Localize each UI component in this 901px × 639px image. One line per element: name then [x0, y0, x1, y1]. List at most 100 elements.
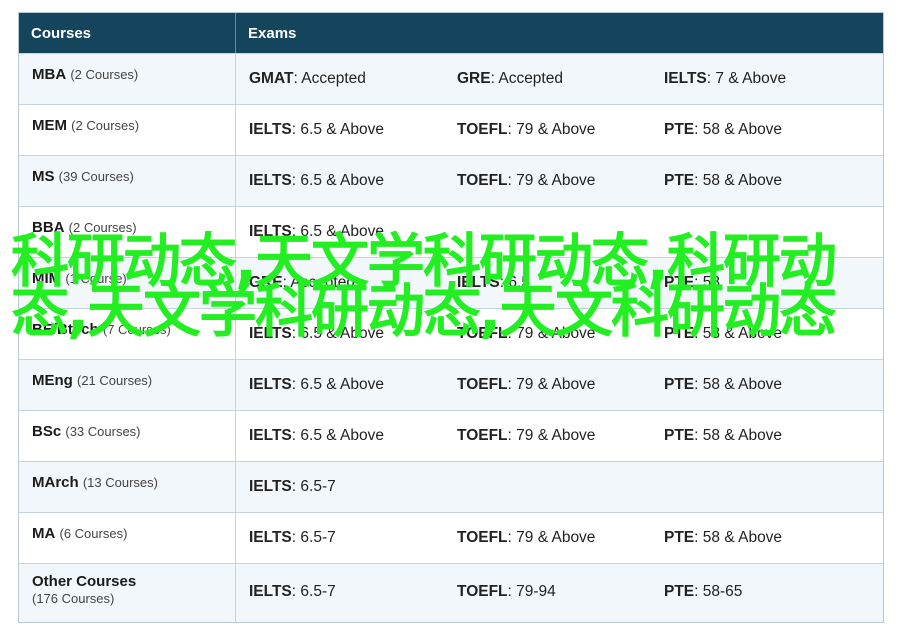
table-row: BSc (33 Courses) IELTS: 6.5 & Above TOEFL:… — [19, 410, 883, 461]
course-cell[interactable]: MA (6 Courses) — [19, 513, 236, 563]
course-count: (2 Courses) — [71, 118, 140, 133]
exam-requirement: GMAT: Accepted — [236, 70, 444, 104]
exam-requirement: IELTS: 6.5 & Above — [236, 427, 444, 461]
exam-cell: IELTS: 6.5-7 TOEFL: 79 & Above PTE: 58 & A… — [236, 513, 883, 563]
exam-score: : 79 & Above — [507, 121, 596, 138]
exam-score: : 7 & Above — [706, 70, 787, 87]
header-exams: Exams — [248, 24, 297, 42]
exam-score: : 79 & Above — [507, 529, 596, 546]
exam-name: IELTS — [249, 583, 292, 600]
course-cell[interactable]: Other Courses (176 Courses) — [19, 564, 236, 622]
course-name[interactable]: MEng — [32, 372, 73, 389]
exam-name: TOEFL — [457, 172, 508, 189]
exam-score: : 58 & Above — [694, 172, 783, 189]
course-name[interactable]: MS — [32, 168, 55, 185]
exam-cell: GMAT: Accepted GRE: Accepted IELTS: 7 & Ab… — [236, 54, 883, 104]
course-cell[interactable]: MBA (2 Courses) — [19, 54, 236, 104]
course-cell[interactable]: MS (39 Courses) — [19, 156, 236, 206]
course-cell[interactable]: BSc (33 Courses) — [19, 411, 236, 461]
course-count: (21 Courses) — [77, 373, 153, 388]
exam-score: : 79-94 — [507, 583, 556, 600]
course-count: (6 Courses) — [59, 526, 128, 541]
exam-requirement: PTE: 58 & Above — [651, 172, 883, 206]
header-courses: Courses — [19, 13, 236, 53]
exam-requirement: PTE: 58 & Above — [651, 121, 883, 155]
course-name[interactable]: BSc — [32, 423, 61, 440]
exam-requirement: IELTS: 6.5-7 — [236, 583, 444, 622]
exam-score: : 6.5 & Above — [291, 376, 384, 393]
exam-requirement: PTE: 58-65 — [651, 583, 883, 622]
table-row: MA (6 Courses) IELTS: 6.5-7 TOEFL: 79 & Ab… — [19, 512, 883, 563]
exam-cell: IELTS: 6.5 & Above TOEFL: 79 & Above PTE: … — [236, 360, 883, 410]
exam-requirement: IELTS: 6.5 & Above — [236, 376, 444, 410]
exam-name: GRE — [457, 70, 491, 87]
exam-requirement: PTE: 58 & Above — [651, 376, 883, 410]
exam-score: : 79 & Above — [507, 427, 596, 444]
exam-requirement: IELTS: 6.5-7 — [236, 529, 444, 563]
course-name[interactable]: MA — [32, 525, 55, 542]
exam-requirement: TOEFL: 79 & Above — [444, 121, 651, 155]
exam-name: IELTS — [249, 172, 292, 189]
table-row: Other Courses (176 Courses) IELTS: 6.5-7 TO… — [19, 563, 883, 622]
exam-name: TOEFL — [457, 427, 508, 444]
exam-name: IELTS — [249, 121, 292, 138]
exam-requirement: PTE: 58 & Above — [651, 427, 883, 461]
exam-score: : 6.5-7 — [291, 478, 336, 495]
exam-requirement: GRE: Accepted — [444, 70, 651, 104]
exam-score: : Accepted — [490, 70, 563, 87]
exam-requirement: TOEFL: 79 & Above — [444, 427, 651, 461]
watermark-overlay: 科研动态,天文学科研动态,科研动态,天文学科研动态,天文科研动态 — [10, 227, 837, 345]
exam-requirement: TOEFL: 79 & Above — [444, 529, 651, 563]
table-row: MEM (2 Courses) IELTS: 6.5 & Above TOEFL: … — [19, 104, 883, 155]
exam-cell: IELTS: 6.5 & Above TOEFL: 79 & Above PTE: … — [236, 105, 883, 155]
exam-score: : 79 & Above — [507, 376, 596, 393]
exam-name: TOEFL — [457, 583, 508, 600]
table-row: MEng (21 Courses) IELTS: 6.5 & Above TOEFL… — [19, 359, 883, 410]
exam-cell: IELTS: 6.5 & Above TOEFL: 79 & Above PTE: … — [236, 156, 883, 206]
exam-name: PTE — [664, 529, 695, 546]
exam-name: IELTS — [664, 70, 707, 87]
exam-name: GMAT — [249, 70, 294, 87]
table-row: MBA (2 Courses) GMAT: Accepted GRE: Accept… — [19, 53, 883, 104]
exam-requirement: IELTS: 6.5-7 — [236, 478, 444, 512]
exam-score: : 58-65 — [694, 583, 743, 600]
exam-name: IELTS — [249, 478, 292, 495]
table-header: Courses Exams — [19, 13, 883, 53]
course-name[interactable]: MEM — [32, 117, 67, 134]
exam-requirement: PTE: 58 & Above — [651, 529, 883, 563]
course-count: (33 Courses) — [65, 424, 141, 439]
exam-score: : 6.5-7 — [291, 529, 336, 546]
exam-name: PTE — [664, 376, 695, 393]
exam-requirement: TOEFL: 79 & Above — [444, 376, 651, 410]
exam-score: : 6.5 & Above — [291, 172, 384, 189]
exam-cell: IELTS: 6.5-7 — [236, 462, 883, 512]
exam-name: PTE — [664, 427, 695, 444]
course-count: (176 Courses) — [32, 591, 115, 606]
exam-cell: IELTS: 6.5 & Above TOEFL: 79 & Above PTE: … — [236, 411, 883, 461]
course-cell[interactable]: MEM (2 Courses) — [19, 105, 236, 155]
exam-requirement: TOEFL: 79 & Above — [444, 172, 651, 206]
exam-cell: IELTS: 6.5-7 TOEFL: 79-94 PTE: 58-65 — [236, 564, 883, 622]
exam-name: IELTS — [249, 376, 292, 393]
exam-score: : 6.5 & Above — [291, 427, 384, 444]
exam-name: TOEFL — [457, 529, 508, 546]
exam-name: TOEFL — [457, 121, 508, 138]
exam-score: : 58 & Above — [694, 121, 783, 138]
exam-score: : Accepted — [293, 70, 366, 87]
exam-requirement: IELTS: 6.5 & Above — [236, 121, 444, 155]
exam-name: IELTS — [249, 529, 292, 546]
exam-name: IELTS — [249, 427, 292, 444]
course-name[interactable]: Other Courses — [32, 573, 136, 590]
exam-name: PTE — [664, 172, 695, 189]
course-cell[interactable]: MArch (13 Courses) — [19, 462, 236, 512]
course-cell[interactable]: MEng (21 Courses) — [19, 360, 236, 410]
exam-score: : 79 & Above — [507, 172, 596, 189]
exam-name: PTE — [664, 121, 695, 138]
course-name[interactable]: MBA — [32, 66, 66, 83]
exam-requirement: IELTS: 7 & Above — [651, 70, 883, 104]
exam-score: : 58 & Above — [694, 376, 783, 393]
exam-score: : 58 & Above — [694, 529, 783, 546]
exam-requirement: TOEFL: 79-94 — [444, 583, 651, 622]
exam-score: : 6.5-7 — [291, 583, 336, 600]
course-name[interactable]: MArch — [32, 474, 79, 491]
